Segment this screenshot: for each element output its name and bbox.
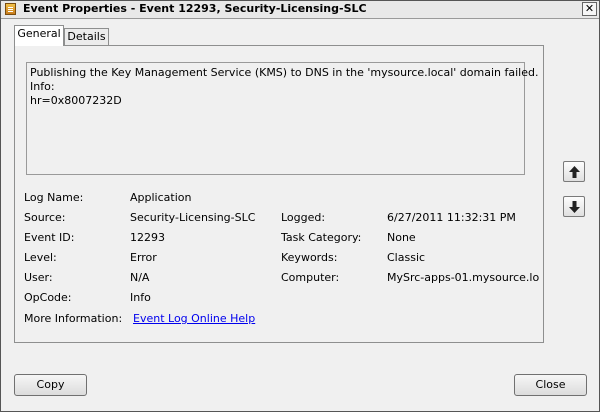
arrow-down-icon (569, 201, 580, 213)
task-category-label: Task Category: (281, 231, 362, 244)
copy-button[interactable]: Copy (14, 374, 87, 396)
level-value: Error (130, 251, 157, 264)
user-value: N/A (130, 271, 150, 284)
source-label: Source: (24, 211, 66, 224)
log-name-value: Application (130, 191, 192, 204)
user-label: User: (24, 271, 53, 284)
description-line: Publishing the Key Management Service (K… (30, 66, 539, 79)
event-log-online-help-link[interactable]: Event Log Online Help (133, 312, 255, 325)
event-description[interactable]: Publishing the Key Management Service (K… (26, 62, 539, 175)
title-bar: Event Properties - Event 12293, Security… (1, 1, 599, 19)
description-line: Info: (30, 80, 55, 93)
logged-label: Logged: (281, 211, 326, 224)
event-id-value: 12293 (130, 231, 165, 244)
task-category-value: None (387, 231, 416, 244)
window-title: Event Properties - Event 12293, Security… (23, 2, 367, 15)
event-properties-window: Event Properties - Event 12293, Security… (0, 0, 600, 412)
logged-value: 6/27/2011 11:32:31 PM (387, 211, 516, 224)
event-id-label: Event ID: (24, 231, 75, 244)
log-name-label: Log Name: (24, 191, 84, 204)
arrow-up-icon (569, 166, 580, 178)
computer-label: Computer: (281, 271, 340, 284)
description-line: hr=0x8007232D (30, 94, 122, 107)
keywords-label: Keywords: (281, 251, 338, 264)
opcode-label: OpCode: (24, 291, 72, 304)
more-information-label: More Information: (24, 312, 123, 325)
event-viewer-icon (5, 3, 16, 15)
close-button[interactable]: Close (514, 374, 587, 396)
previous-event-button[interactable] (563, 161, 585, 182)
level-label: Level: (24, 251, 57, 264)
keywords-value: Classic (387, 251, 426, 264)
opcode-value: Info (130, 291, 151, 304)
tab-general[interactable]: General (14, 25, 64, 46)
tab-details[interactable]: Details (64, 28, 109, 46)
source-value: Security-Licensing-SLC (130, 211, 256, 224)
next-event-button[interactable] (563, 196, 585, 217)
computer-value: MySrc-apps-01.mysource.lo (387, 271, 540, 284)
close-window-button[interactable]: ✕ (582, 2, 597, 16)
